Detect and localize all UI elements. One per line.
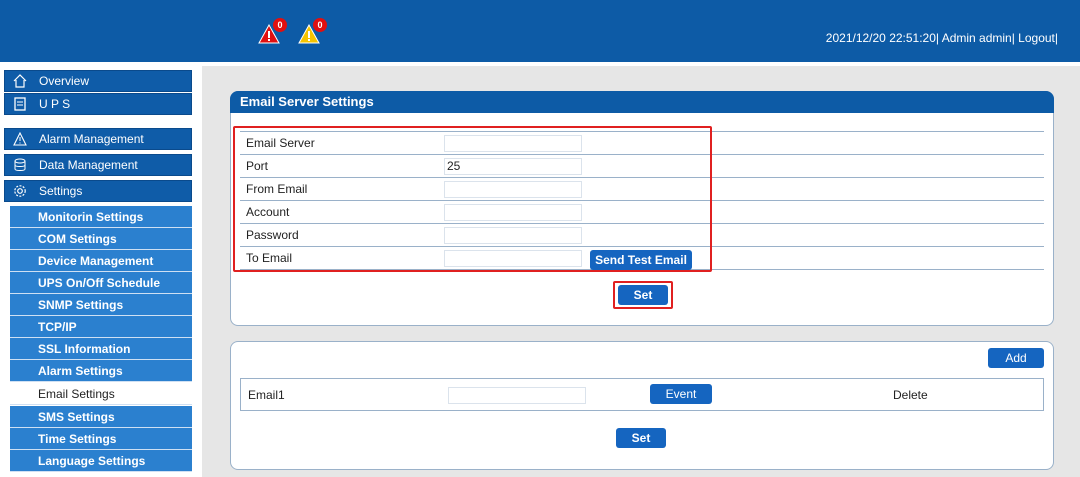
nav-data-management[interactable]: Data Management [4,154,192,176]
recipients-set-button[interactable]: Set [616,428,666,448]
account-input[interactable] [444,203,582,221]
form-row: Password [240,223,1044,247]
sub-tcp-ip[interactable]: TCP/IP [10,316,192,338]
sub-device-management[interactable]: Device Management [10,250,192,272]
email-server-set-button[interactable]: Set [618,285,668,305]
sub-com-settings[interactable]: COM Settings [10,228,192,250]
event-button[interactable]: Event [650,384,712,404]
add-button[interactable]: Add [988,348,1044,368]
field-label: From Email [240,177,444,201]
sub-alarm-settings[interactable]: Alarm Settings [10,360,192,382]
sidebar: Overview U P S Alarm Management Data Man… [0,66,196,477]
session-status[interactable]: 2021/12/20 22:51:20| Admin admin| Logout… [826,31,1058,45]
port-input[interactable] [444,157,582,175]
nav-label: Alarm Management [39,132,144,146]
send-test-email-button[interactable]: Send Test Email [590,250,692,270]
nav-alarm-management[interactable]: Alarm Management [4,128,192,150]
field-label: Account [240,200,444,224]
nav-label: U P S [39,97,71,111]
email-recipient-row: Email1 Delete [240,378,1044,411]
nav-settings[interactable]: Settings [4,180,192,202]
form-row: Account [240,200,1044,224]
email-server-input[interactable] [444,134,582,152]
nav-overview[interactable]: Overview [4,70,192,92]
form-row: Port [240,154,1044,178]
top-bar: 0 0 2021/12/20 22:51:20| Admin admin| Lo… [0,0,1080,62]
to-email-input[interactable] [444,249,582,267]
field-label: To Email [240,246,444,270]
warning-alarm-indicator[interactable]: 0 [298,18,328,48]
warning-alarm-count: 0 [313,18,327,32]
nav-ups[interactable]: U P S [4,93,192,115]
sub-snmp-settings[interactable]: SNMP Settings [10,294,192,316]
nav-label: Overview [39,74,90,88]
sub-time-settings[interactable]: Time Settings [10,428,192,450]
recipient-name: Email1 [248,388,285,402]
nav-label: Data Management [39,158,138,172]
field-label: Email Server [240,131,444,155]
sub-monitorin-settings[interactable]: Monitorin Settings [10,206,192,228]
sub-email-settings[interactable]: Email Settings [10,383,192,405]
database-icon [14,158,26,171]
nav-label: Settings [39,184,83,198]
home-icon [13,74,27,88]
form-row: Email Server [240,131,1044,155]
ups-icon [14,97,26,111]
panel-title: Email Server Settings [230,91,1054,113]
sub-language-settings[interactable]: Language Settings [10,450,192,472]
sub-ssl-information[interactable]: SSL Information [10,338,192,360]
field-label: Password [240,223,444,247]
field-label: Port [240,154,444,178]
form-row: From Email [240,177,1044,201]
gear-icon [14,185,26,197]
password-input[interactable] [444,226,582,244]
sub-ups-schedule[interactable]: UPS On/Off Schedule [10,272,192,294]
from-email-input[interactable] [444,180,582,198]
delete-link[interactable]: Delete [893,388,928,402]
recipient-email-input[interactable] [448,387,586,404]
critical-alarm-count: 0 [273,18,287,32]
sub-sms-settings[interactable]: SMS Settings [10,406,192,428]
alarm-icon [13,132,27,146]
critical-alarm-indicator[interactable]: 0 [258,18,288,48]
